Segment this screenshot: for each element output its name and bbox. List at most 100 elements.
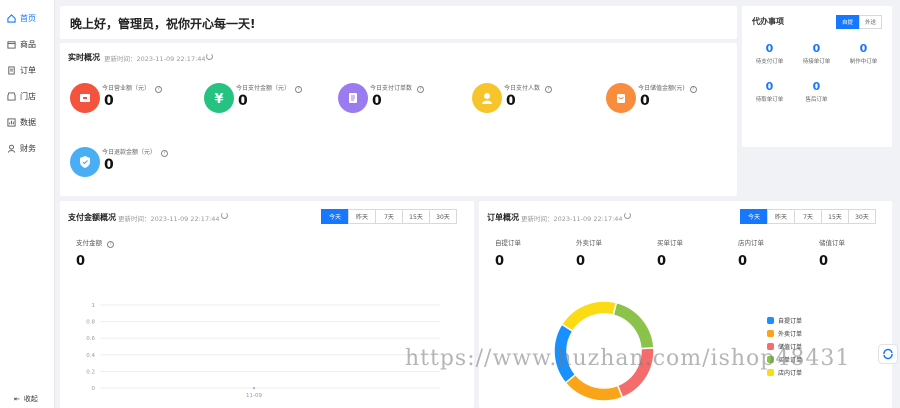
sidebar-item-goods[interactable]: 商品 <box>0 31 54 57</box>
pie-slice <box>564 373 624 402</box>
refresh-icon[interactable] <box>221 212 228 219</box>
shield-icon <box>70 147 100 177</box>
sidebar-item-order[interactable]: 订单 <box>0 57 54 83</box>
refresh-icon[interactable] <box>206 53 213 60</box>
pie-slice <box>553 323 577 384</box>
greeting-banner: 晚上好，管理员，祝你开心每一天! <box>60 6 737 39</box>
stat-pay-orders: 今日支付订单数? 0 <box>338 83 468 123</box>
tab-today[interactable]: 今天 <box>321 209 349 224</box>
legend-item[interactable]: 自提订单 <box>767 314 802 327</box>
collapse-icon: ⇤ <box>14 395 20 403</box>
metric-label: 买单订单 <box>657 239 683 247</box>
svg-text:¥: ¥ <box>214 92 223 106</box>
todo-item[interactable]: 0 售后订单 <box>794 80 839 103</box>
sidebar-item-store[interactable]: 门店 <box>0 83 54 109</box>
finance-icon <box>7 144 16 153</box>
y-tick-label: 0 <box>92 386 96 392</box>
collapse-button[interactable]: ⇤ 收起 <box>14 394 38 404</box>
help-icon[interactable]: ? <box>107 241 115 248</box>
refresh-icon[interactable] <box>624 212 631 219</box>
tab-30days[interactable]: 30天 <box>429 209 457 224</box>
help-icon[interactable]: ? <box>545 86 553 93</box>
bag-icon <box>606 83 636 113</box>
metric-value: 0 <box>76 254 86 269</box>
legend-label: 储值订单 <box>778 344 803 351</box>
update-time: 更新时间：2023-11-09 22:17:44 <box>521 215 623 223</box>
order-overview: 订单概况 更新时间：2023-11-09 22:17:44 今天 昨天 7天 1… <box>479 201 892 408</box>
tab-15days[interactable]: 15天 <box>402 209 430 224</box>
x-tick-label: 11-09 <box>246 393 262 399</box>
stat-deposit: 今日储值金额(元)? 0 <box>606 83 736 123</box>
legend-label: 店内订单 <box>778 370 803 377</box>
tab-yesterday[interactable]: 昨天 <box>767 209 795 224</box>
stat-refund: 今日退款金额（元）? 0 <box>70 147 200 187</box>
metric-label: 支付金额 <box>76 239 102 247</box>
tab-15days[interactable]: 15天 <box>821 209 849 224</box>
realtime-overview: 实时概况 更新时间：2023-11-09 22:17:44 今日营业额（元）? … <box>60 43 737 196</box>
yen-icon: ¥ <box>204 83 234 113</box>
help-icon[interactable]: ? <box>155 86 163 93</box>
legend-swatch <box>767 330 774 337</box>
todo-item[interactable]: 0 待取单订单 <box>747 80 792 103</box>
metric-value: 0 <box>495 254 505 269</box>
tab-30days[interactable]: 30天 <box>848 209 876 224</box>
order-icon <box>7 65 16 75</box>
goods-icon <box>7 40 16 49</box>
tab-7days[interactable]: 7天 <box>375 209 403 224</box>
metric-value: 0 <box>738 254 748 269</box>
stat-value: 0 <box>640 93 650 109</box>
date-tabs: 今天 昨天 7天 15天 30天 <box>321 209 457 224</box>
sidebar-item-label: 首页 <box>20 13 36 23</box>
home-icon <box>7 13 16 23</box>
y-tick-label: 0.4 <box>86 353 95 359</box>
tab-yesterday[interactable]: 昨天 <box>348 209 376 224</box>
legend-item[interactable]: 买单订单 <box>767 353 802 366</box>
todo-toggle: 自提 外送 <box>835 15 882 29</box>
legend-item[interactable]: 外卖订单 <box>767 327 802 340</box>
help-icon[interactable]: ? <box>161 150 169 157</box>
stat-pay-users: 今日支付人数? 0 <box>472 83 602 123</box>
metric-label: 储值订单 <box>819 239 845 247</box>
data-icon <box>7 117 16 127</box>
sidebar-item-finance[interactable]: 财务 <box>0 135 54 161</box>
metric-label: 店内订单 <box>738 239 764 247</box>
document-icon <box>338 83 368 113</box>
float-service-button[interactable] <box>878 344 898 364</box>
toggle-delivery[interactable]: 外送 <box>858 15 882 29</box>
pay-overview: 支付金额概况 更新时间：2023-11-09 22:17:44 今天 昨天 7天… <box>60 201 474 408</box>
stat-revenue: 今日营业额（元）? 0 <box>70 83 200 123</box>
help-icon[interactable]: ? <box>417 86 425 93</box>
legend-swatch <box>767 343 774 350</box>
metric-label: 自提订单 <box>495 239 521 247</box>
section-title: 支付金额概况 <box>68 213 116 222</box>
sidebar-item-data[interactable]: 数据 <box>0 109 54 135</box>
help-icon[interactable]: ? <box>689 86 697 93</box>
sidebar-item-label: 门店 <box>20 91 36 101</box>
tab-today[interactable]: 今天 <box>740 209 768 224</box>
stat-value: 0 <box>104 93 114 109</box>
user-icon <box>472 83 502 113</box>
metric-value: 0 <box>657 254 667 269</box>
legend-swatch <box>767 317 774 324</box>
pay-line-chart: 0 0.2 0.4 0.6 0.8 1 11-09 <box>86 303 440 399</box>
sidebar-item-label: 订单 <box>20 65 36 75</box>
legend-item[interactable]: 店内订单 <box>767 366 802 379</box>
todo-item[interactable]: 0 待接单订单 <box>794 42 839 65</box>
toggle-pickup[interactable]: 自提 <box>835 15 859 29</box>
sidebar-item-home[interactable]: 首页 <box>0 5 54 31</box>
stat-value: 0 <box>104 157 114 173</box>
todo-item[interactable]: 0 制作中订单 <box>841 42 886 65</box>
sidebar-item-label: 数据 <box>20 117 36 127</box>
update-time: 更新时间：2023-11-09 22:17:44 <box>104 55 206 63</box>
legend-swatch <box>767 356 774 363</box>
help-icon[interactable]: ? <box>295 86 303 93</box>
y-tick-label: 0.6 <box>86 336 95 342</box>
todo-item[interactable]: 0 待支付订单 <box>747 42 792 65</box>
stat-value: 0 <box>238 93 248 109</box>
stat-pay-amount: ¥ 今日支付金额（元）? 0 <box>204 83 334 123</box>
tab-7days[interactable]: 7天 <box>794 209 822 224</box>
legend-item[interactable]: 储值订单 <box>767 340 802 353</box>
legend-label: 外卖订单 <box>778 331 803 338</box>
stat-value: 0 <box>506 93 516 109</box>
metric-value: 0 <box>819 254 829 269</box>
